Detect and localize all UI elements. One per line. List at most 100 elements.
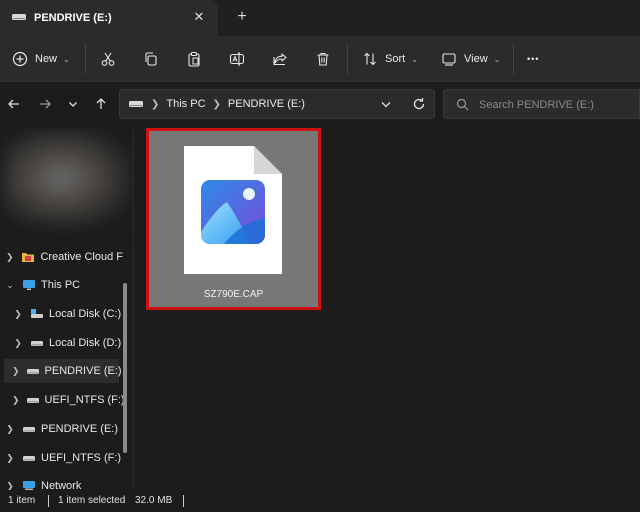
drive-icon bbox=[22, 453, 36, 463]
sidebar-item-uefi-ntfs-f-root[interactable]: ❯ UEFI_NTFS (F:) bbox=[4, 446, 123, 470]
sidebar-item-label: UEFI_NTFS (F:) bbox=[41, 452, 122, 464]
status-divider bbox=[183, 495, 184, 507]
view-button-label: View bbox=[464, 53, 488, 65]
sort-button[interactable]: Sort ⌄ bbox=[362, 47, 418, 71]
drive-icon bbox=[11, 12, 27, 25]
close-tab-icon[interactable]: ✕ bbox=[191, 9, 207, 25]
new-button[interactable]: New ⌄ bbox=[12, 47, 70, 71]
copy-icon bbox=[143, 51, 159, 67]
sidebar-item-this-pc[interactable]: ⌄ This PC bbox=[4, 273, 123, 297]
cut-button[interactable] bbox=[100, 47, 116, 71]
search-input[interactable]: Search PENDRIVE (E:) bbox=[443, 89, 640, 119]
new-button-label: New bbox=[35, 53, 58, 65]
sort-icon bbox=[362, 51, 378, 67]
sidebar-item-label: PENDRIVE (E:) bbox=[44, 365, 122, 377]
sidebar-item-pendrive-e-root[interactable]: ❯ PENDRIVE (E:) bbox=[4, 417, 123, 441]
delete-button[interactable] bbox=[315, 47, 331, 71]
refresh-button[interactable] bbox=[412, 97, 426, 114]
sidebar-item-creative-cloud[interactable]: ❯ Creative Cloud F bbox=[4, 245, 123, 269]
chevron-down-icon: ⌄ bbox=[6, 279, 14, 290]
breadcrumb-pendrive[interactable]: PENDRIVE (E:) bbox=[228, 98, 305, 110]
chevron-right-icon: ❯ bbox=[5, 251, 14, 262]
windows-drive-icon bbox=[30, 308, 44, 320]
view-icon bbox=[441, 51, 457, 67]
chevron-right-icon: ❯ bbox=[12, 394, 20, 405]
address-bar[interactable]: ❯ This PC ❯ PENDRIVE (E:) bbox=[119, 89, 435, 119]
drive-icon bbox=[22, 424, 36, 434]
plus-circle-icon bbox=[12, 51, 28, 67]
status-size: 32.0 MB bbox=[135, 495, 173, 506]
recent-locations-button[interactable] bbox=[63, 94, 83, 114]
breadcrumb-this-pc[interactable]: This PC bbox=[166, 98, 205, 110]
file-name: SZ790E.CAP bbox=[203, 289, 264, 300]
arrow-left-icon bbox=[8, 99, 19, 109]
sort-button-label: Sort bbox=[385, 53, 406, 65]
rename-button[interactable] bbox=[229, 47, 245, 71]
paste-button[interactable] bbox=[186, 47, 202, 71]
copy-button[interactable] bbox=[143, 47, 159, 71]
chevron-right-icon: ❯ bbox=[6, 480, 14, 491]
drive-icon bbox=[26, 395, 40, 405]
paste-icon bbox=[186, 51, 202, 67]
address-dropdown-button[interactable] bbox=[380, 98, 392, 113]
share-button[interactable] bbox=[272, 47, 288, 71]
status-bar: 1 item 1 item selected 32.0 MB bbox=[0, 490, 640, 512]
sidebar-item-uefi-ntfs-f[interactable]: ❯ UEFI_NTFS (F:) bbox=[12, 388, 125, 412]
forward-button[interactable] bbox=[35, 94, 55, 114]
chevron-right-icon: ❯ bbox=[151, 98, 160, 110]
share-icon bbox=[272, 51, 288, 67]
toolbar-divider bbox=[347, 44, 348, 74]
search-icon bbox=[456, 98, 469, 114]
network-icon bbox=[22, 480, 36, 490]
chevron-down-icon: ⌄ bbox=[63, 54, 70, 64]
chevron-right-icon: ❯ bbox=[14, 337, 22, 348]
search-placeholder: Search PENDRIVE (E:) bbox=[479, 99, 594, 111]
blurred-quick-access bbox=[4, 128, 132, 228]
delete-icon bbox=[315, 51, 331, 67]
drive-icon bbox=[26, 366, 40, 376]
tab-pendrive[interactable]: PENDRIVE (E:) ✕ bbox=[0, 0, 218, 36]
chevron-right-icon: ❯ bbox=[212, 98, 221, 110]
sidebar-item-label: Local Disk (D:) bbox=[49, 337, 122, 349]
sidebar-item-label: UEFI_NTFS (F:) bbox=[44, 394, 125, 406]
chevron-down-icon bbox=[381, 102, 391, 108]
arrow-right-icon bbox=[40, 99, 51, 109]
refresh-icon bbox=[413, 98, 425, 110]
sidebar-item-pendrive-e[interactable]: ❯ PENDRIVE (E:) bbox=[4, 359, 122, 383]
tab-title: PENDRIVE (E:) bbox=[34, 12, 112, 24]
chevron-down-icon bbox=[69, 102, 77, 107]
rename-icon bbox=[229, 51, 245, 67]
image-file-icon bbox=[184, 146, 282, 274]
status-divider bbox=[48, 495, 49, 507]
status-item-count: 1 item bbox=[8, 495, 36, 506]
toolbar-divider bbox=[513, 44, 514, 74]
navigation-scrollbar[interactable] bbox=[123, 283, 127, 453]
sidebar-item-local-disk-d[interactable]: ❯ Local Disk (D:) bbox=[12, 331, 123, 355]
sidebar-item-label: Creative Cloud F bbox=[40, 251, 123, 263]
sidebar-item-label: This PC bbox=[41, 279, 81, 291]
chevron-right-icon: ❯ bbox=[12, 365, 20, 376]
sidebar-item-label: Network bbox=[41, 480, 82, 490]
sidebar-item-label: Local Disk (C:) bbox=[49, 308, 122, 320]
chevron-down-icon: ⌄ bbox=[493, 54, 501, 64]
chevron-right-icon: ❯ bbox=[6, 423, 14, 434]
creative-cloud-folder-icon bbox=[21, 251, 35, 263]
more-button[interactable]: ••• bbox=[527, 47, 539, 71]
chevron-right-icon: ❯ bbox=[6, 452, 14, 463]
cut-icon bbox=[100, 51, 116, 67]
sidebar-item-local-disk-c[interactable]: ❯ Local Disk (C:) bbox=[12, 302, 123, 326]
navigation-pane: ❯ Creative Cloud F ⌄ This PC ❯ Local Dis… bbox=[0, 128, 133, 490]
more-icon: ••• bbox=[527, 54, 540, 64]
toolbar-divider bbox=[85, 44, 86, 74]
chevron-down-icon: ⌄ bbox=[411, 54, 418, 64]
view-button[interactable]: View ⌄ bbox=[441, 47, 500, 71]
tab-bar: PENDRIVE (E:) ✕ + bbox=[0, 0, 640, 36]
arrow-up-icon bbox=[96, 98, 106, 109]
breadcrumb: ❯ This PC ❯ PENDRIVE (E:) bbox=[128, 98, 305, 110]
sidebar-item-network[interactable]: ❯ Network bbox=[4, 474, 123, 490]
chevron-right-icon: ❯ bbox=[14, 308, 22, 319]
new-tab-icon[interactable]: + bbox=[233, 8, 251, 26]
back-button[interactable] bbox=[4, 94, 24, 114]
status-selected: 1 item selected bbox=[58, 495, 126, 506]
up-button[interactable] bbox=[91, 94, 111, 114]
